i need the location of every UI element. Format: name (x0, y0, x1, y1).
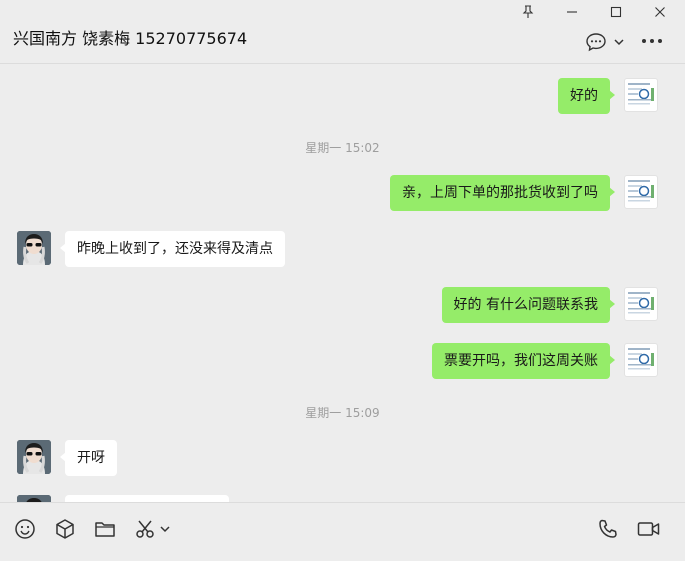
avatar[interactable] (17, 231, 51, 265)
message-bubble[interactable] (65, 495, 229, 502)
message-row: 亲，上周下单的那批货收到了吗 (0, 175, 685, 211)
close-button[interactable] (640, 0, 680, 24)
message-bubble[interactable]: 票要开吗，我们这周关账 (432, 343, 615, 379)
close-icon (655, 7, 665, 17)
pin-icon (522, 5, 534, 18)
message-bubble[interactable]: 开呀 (60, 440, 117, 476)
message-row-partial (0, 495, 685, 502)
avatar-image-icon (628, 83, 654, 105)
message-bubble[interactable]: 好的 有什么问题联系我 (441, 287, 616, 323)
message-row: 开呀 (0, 440, 685, 476)
avatar[interactable] (624, 287, 658, 321)
avatar-image-icon (628, 292, 654, 314)
chat-header: 兴国南方 饶素梅 15270775674 (0, 0, 685, 64)
maximize-button[interactable] (596, 0, 636, 24)
more-icon (642, 39, 662, 43)
package-button[interactable] (53, 517, 77, 541)
chevron-down-icon (160, 526, 170, 533)
message-row: 昨晚上收到了，还没来得及清点 (0, 231, 685, 267)
message-row: 票要开吗，我们这周关账 (0, 343, 685, 379)
screenshot-button[interactable] (133, 517, 157, 541)
avatar[interactable] (624, 78, 658, 112)
screenshot-options-button[interactable] (158, 517, 172, 541)
avatar-image-icon (17, 495, 51, 502)
timestamp: 星期一 15:02 (305, 141, 380, 155)
chat-bubble-icon (586, 33, 606, 52)
minimize-button[interactable] (552, 0, 592, 24)
maximize-icon (610, 6, 622, 18)
pin-button[interactable] (508, 0, 548, 24)
video-icon (637, 522, 660, 536)
message-bubble[interactable]: 好的 (558, 78, 615, 114)
chevron-down-icon (614, 39, 624, 46)
package-icon (56, 519, 74, 539)
avatar[interactable] (17, 495, 51, 502)
emoji-icon (15, 519, 35, 539)
avatar-image-icon (628, 180, 654, 202)
timestamp: 星期一 15:09 (305, 406, 380, 420)
message-list[interactable]: 好的 星期一 15:02 亲，上周下单的那批货收到了吗 昨晚上收到了，还没来得及… (0, 65, 685, 502)
avatar-image-icon (628, 348, 654, 370)
phone-icon (599, 519, 617, 538)
message-row: 好的 有什么问题联系我 (0, 287, 685, 323)
message-bubble[interactable]: 昨晚上收到了，还没来得及清点 (60, 231, 285, 267)
input-toolbar (0, 502, 685, 561)
avatar-image-icon (17, 231, 51, 265)
voice-call-button[interactable] (596, 517, 620, 541)
chat-title: 兴国南方 饶素梅 15270775674 (13, 29, 248, 48)
chat-info-button[interactable] (585, 32, 607, 52)
video-call-button[interactable] (636, 517, 662, 541)
message-bubble[interactable]: 亲，上周下单的那批货收到了吗 (390, 175, 615, 211)
avatar-image-icon (17, 440, 51, 474)
scissors-icon (136, 520, 154, 538)
more-button[interactable] (641, 38, 663, 44)
emoji-button[interactable] (13, 517, 37, 541)
chat-dropdown-button[interactable] (613, 38, 625, 46)
avatar[interactable] (624, 175, 658, 209)
folder-icon (95, 522, 115, 537)
message-row: 好的 (0, 78, 685, 114)
minimize-icon (567, 11, 577, 13)
avatar[interactable] (624, 343, 658, 377)
folder-button[interactable] (93, 517, 117, 541)
avatar[interactable] (17, 440, 51, 474)
